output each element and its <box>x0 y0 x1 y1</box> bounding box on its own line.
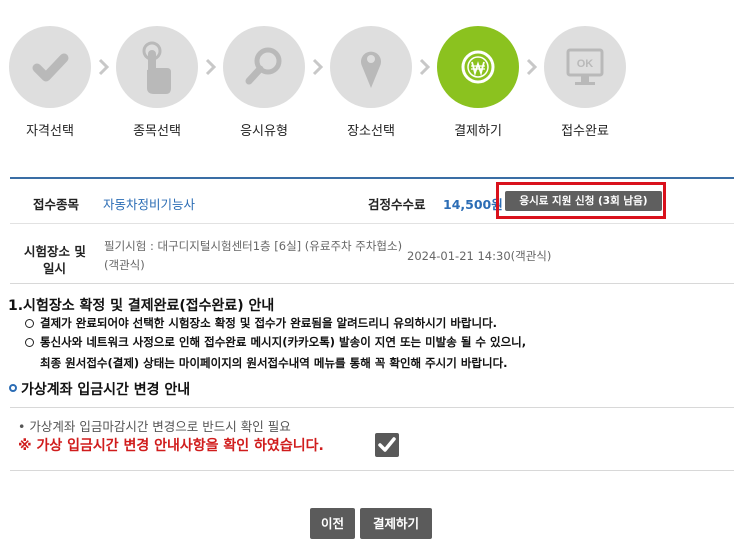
virtual-account-title: 가상계좌 입금시간 변경 안내 <box>21 382 191 398</box>
step-payment: 결제하기 <box>437 26 519 139</box>
application-info-table: 접수종목 자동차정비기능사 검정수수료 14,500원 응시료 지원 신청 (3… <box>10 177 734 284</box>
circle-bullet-icon <box>25 319 34 328</box>
notice-item-2-cont: 최종 원서접수(결제) 상태는 마이페이지의 원서접수내역 메뉴를 통해 꼭 확… <box>40 356 508 370</box>
pay-button[interactable]: 결제하기 <box>360 508 432 539</box>
checkmark-icon <box>378 437 396 452</box>
notice-item-1: 결제가 완료되어야 선택한 시험장소 확정 및 접수가 완료됨을 알려드리니 유… <box>40 316 498 330</box>
step-select-qualification: 자격선택 <box>9 26 91 139</box>
step-label: 접수완료 <box>561 124 609 139</box>
chevron-right-icon <box>311 56 325 78</box>
circle-bullet-icon <box>25 338 34 347</box>
chevron-right-icon <box>525 56 539 78</box>
step-exam-type: 응시유형 <box>223 26 305 139</box>
check-icon <box>32 53 69 82</box>
won-coin-icon <box>461 50 495 84</box>
exam-type-value: 자동차정비기능사 <box>103 197 196 212</box>
place-value: 필기시험 : 대구디지털시험센터1층 [6실] (유료주차 주차협소)(객관식) <box>104 239 403 272</box>
map-pin-icon <box>361 51 381 88</box>
exam-type-label: 접수종목 <box>33 197 80 212</box>
monitor-ok-icon: OK <box>566 48 604 85</box>
chevron-right-icon <box>97 56 111 78</box>
chevron-right-icon <box>204 56 218 78</box>
pointer-hand-icon <box>142 41 171 94</box>
step-select-place: 장소선택 <box>330 26 412 139</box>
virtual-account-box: • 가상계좌 입금마감시간 변경으로 반드시 확인 필요 ※ 가상 입금시간 변… <box>10 407 734 471</box>
step-label: 자격선택 <box>26 124 74 139</box>
magnifier-icon <box>245 47 282 85</box>
step-select-subject: 종목선택 <box>116 26 198 139</box>
confirm-checkbox[interactable] <box>375 433 399 457</box>
virtual-account-confirm-text: ※ 가상 입금시간 변경 안내사항을 확인 하였습니다. <box>18 438 324 454</box>
place-label-line2: 일시 <box>43 261 67 276</box>
fee-support-button[interactable]: 응시료 지원 신청 (3회 남음) <box>505 191 662 211</box>
virtual-account-note: • 가상계좌 입금마감시간 변경으로 반드시 확인 필요 <box>18 419 291 434</box>
notice-title: 1.시험장소 확정 및 결제완료(접수완료) 안내 <box>8 298 275 314</box>
datetime-value: 2024-01-21 14:30(객관식) <box>407 249 552 263</box>
step-complete: OK 접수완료 <box>544 26 626 139</box>
notice-item-2: 통신사와 네트워크 사정으로 인해 접수완료 메시지(카카오톡) 발송이 지연 … <box>40 335 527 349</box>
fee-value: 14,500원 <box>443 197 503 212</box>
step-label: 응시유형 <box>240 124 288 139</box>
step-progress: 자격선택 종목선택 응시유형 장소선택 결제하기 OK 접수완료 <box>0 0 751 150</box>
step-label: 종목선택 <box>133 124 181 139</box>
info-row-subject: 접수종목 자동차정비기능사 검정수수료 14,500원 응시료 지원 신청 (3… <box>10 179 734 224</box>
monitor-ok-text: OK <box>577 58 594 70</box>
section-bullet-icon <box>9 384 17 392</box>
step-label: 장소선택 <box>347 124 395 139</box>
fee-label: 검정수수료 <box>368 197 426 212</box>
prev-button[interactable]: 이전 <box>310 508 355 539</box>
step-label: 결제하기 <box>454 124 502 139</box>
chevron-right-icon <box>418 56 432 78</box>
